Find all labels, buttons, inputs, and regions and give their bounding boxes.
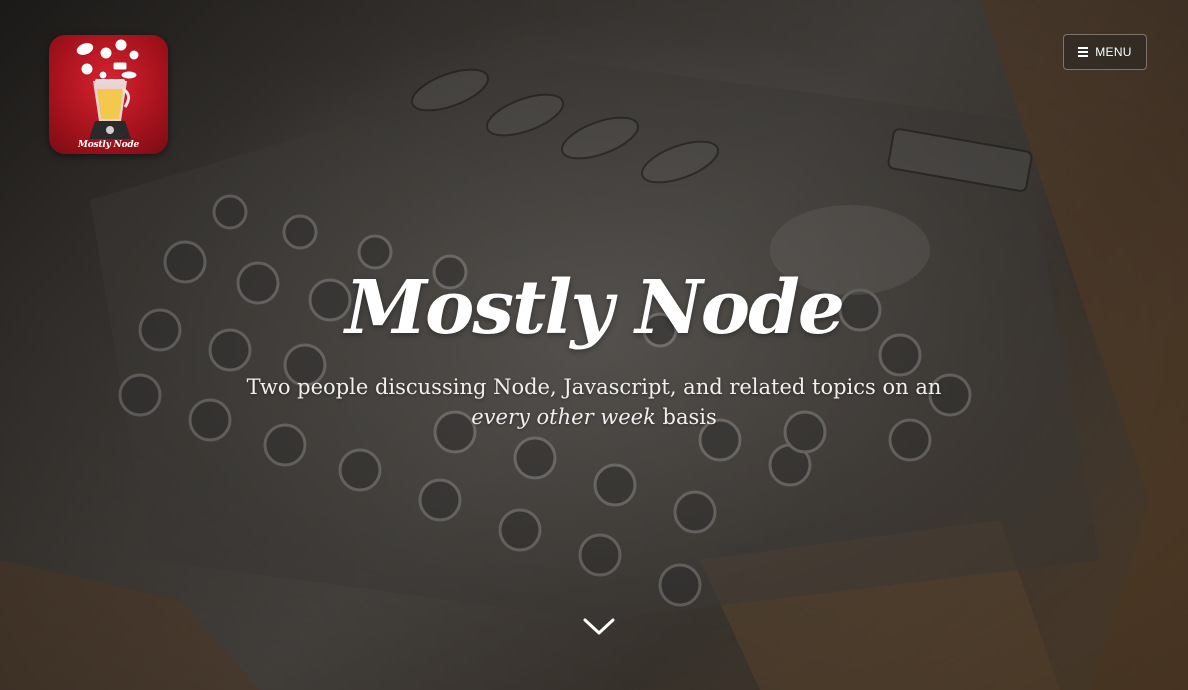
logo-text: Mostly Node (77, 140, 140, 150)
tagline-end: basis (655, 405, 717, 429)
site-tagline: Two people discussing Node, Javascript, … (240, 372, 948, 432)
site-logo[interactable]: Mostly Node (49, 35, 168, 154)
menu-button[interactable]: MENU (1063, 34, 1147, 70)
menu-label: MENU (1095, 45, 1132, 59)
blender-icon (75, 38, 140, 139)
tagline-emphasis: every other week (471, 405, 656, 429)
chevron-down-icon (583, 618, 615, 635)
site-title: Mostly Node (345, 265, 845, 351)
hamburger-icon (1078, 47, 1089, 57)
tagline-start: Two people discussing Node, Javascript, … (246, 375, 942, 399)
scroll-down-button[interactable] (582, 615, 616, 637)
